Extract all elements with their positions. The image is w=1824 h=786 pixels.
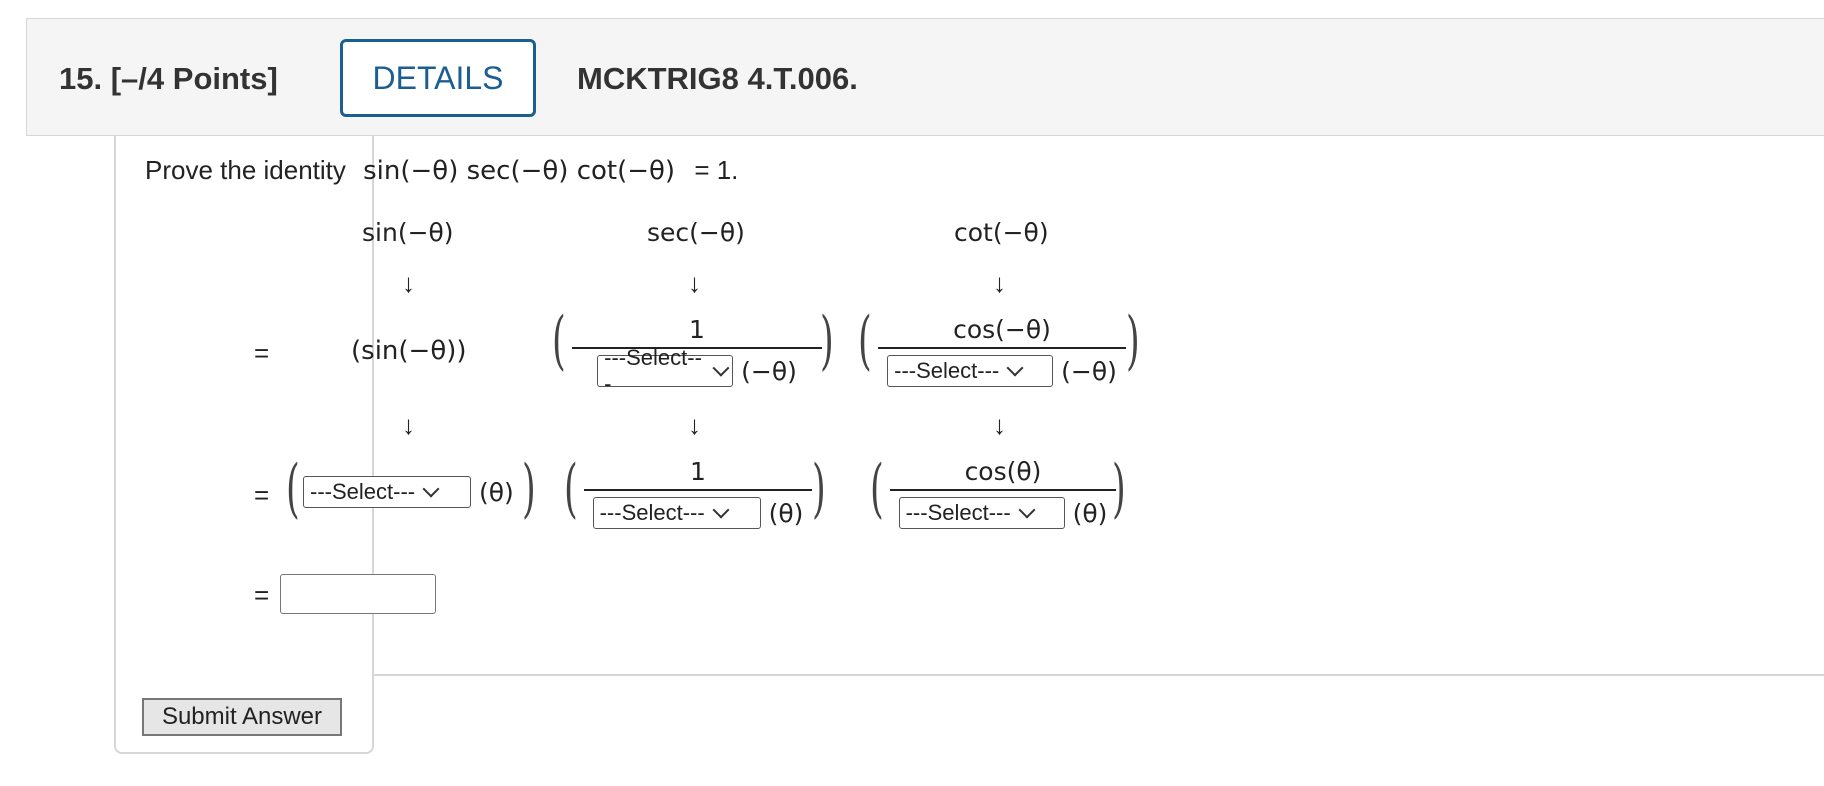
chevron-down-icon: [1006, 359, 1024, 377]
fraction-numerator: 1: [689, 315, 705, 344]
prompt-equals: = 1.: [694, 155, 739, 185]
fraction-denominator: ---Select--- (−θ): [887, 355, 1117, 387]
sec-argument-row1: (−θ): [741, 356, 797, 386]
prompt-text: Prove the identity: [145, 155, 346, 185]
question-number: 15.: [59, 61, 103, 96]
right-paren: ): [1126, 304, 1140, 378]
cot-fraction-row2: cos(θ) ---Select--- (θ): [890, 457, 1116, 529]
panel-divider: [372, 674, 1824, 676]
chevron-down-icon: [422, 480, 440, 498]
fraction-bar: [890, 489, 1116, 491]
question-code: MCKTRIG8 4.T.006.: [577, 61, 858, 96]
sin-theta-group: ---Select--- (θ): [303, 476, 514, 508]
down-arrow-icon: ↓: [688, 268, 701, 298]
question-panel: [114, 136, 374, 754]
select-value: ---Select---: [905, 500, 1011, 525]
down-arrow-icon: ↓: [993, 410, 1006, 440]
fraction-denominator: ---Select--- (θ): [592, 497, 804, 529]
question-header: 15. [–/4 Points] DETAILS MCKTRIG8 4.T.00…: [26, 18, 1824, 136]
cot-denominator-select-row1[interactable]: ---Select---: [887, 355, 1054, 387]
select-value: ---Select---: [310, 479, 416, 504]
down-arrow-icon: ↓: [688, 410, 701, 440]
sec-fraction-row1: 1 ---Select--- (−θ): [572, 315, 822, 396]
question-prompt: Prove the identity sin(−θ) sec(−θ) cot(−…: [145, 155, 738, 186]
fraction-numerator: 1: [690, 457, 706, 486]
fraction-numerator: cos(−θ): [953, 315, 1051, 344]
select-value: ---Select---: [604, 345, 702, 396]
cot-fraction-row1: cos(−θ) ---Select--- (−θ): [878, 315, 1126, 387]
cot-column-head: cot(−θ): [954, 218, 1049, 247]
select-value: ---Select---: [894, 358, 1000, 383]
sin-column-head: sin(−θ): [362, 218, 454, 247]
sec-argument-row2: (θ): [768, 498, 804, 528]
sec-fraction-row2: 1 ---Select--- (θ): [584, 457, 812, 529]
cot-argument-row1: (−θ): [1061, 356, 1117, 386]
right-paren: ): [522, 452, 536, 526]
down-arrow-icon: ↓: [402, 410, 415, 440]
sin-sign-select-row2[interactable]: ---Select---: [303, 476, 471, 508]
fraction-numerator: cos(θ): [964, 457, 1042, 486]
sec-reciprocal-select-row1[interactable]: ---Select---: [597, 345, 734, 396]
down-arrow-icon: ↓: [402, 268, 415, 298]
left-paren: (: [858, 304, 872, 378]
details-button[interactable]: DETAILS: [340, 39, 536, 117]
fraction-bar: [584, 489, 812, 491]
right-paren: ): [820, 304, 834, 378]
sin-argument-row2: (θ): [479, 477, 514, 507]
sin-neg-theta-expression: (sin(−θ)): [351, 336, 467, 366]
fraction-bar: [878, 347, 1126, 349]
equals-sign: =: [254, 480, 270, 510]
equals-sign: =: [254, 338, 270, 368]
cot-denominator-select-row2[interactable]: ---Select---: [898, 497, 1065, 529]
question-number-and-points: 15. [–/4 Points]: [59, 61, 278, 97]
cot-argument-row2: (θ): [1072, 498, 1108, 528]
fraction-denominator: ---Select--- (−θ): [597, 345, 797, 396]
sec-column-head: sec(−θ): [647, 218, 745, 247]
equals-sign: =: [254, 580, 270, 610]
points-label: [–/4 Points]: [110, 61, 278, 96]
down-arrow-icon: ↓: [993, 268, 1006, 298]
right-paren: ): [812, 452, 826, 526]
chevron-down-icon: [712, 359, 729, 377]
left-paren: (: [870, 452, 884, 526]
left-paren: (: [286, 452, 300, 526]
chevron-down-icon: [1018, 501, 1036, 519]
fraction-denominator: ---Select--- (θ): [898, 497, 1108, 529]
final-answer-input[interactable]: [280, 574, 436, 614]
sec-reciprocal-select-row2[interactable]: ---Select---: [592, 497, 761, 529]
chevron-down-icon: [712, 501, 730, 519]
left-paren: (: [552, 304, 566, 378]
right-paren: ): [1112, 452, 1126, 526]
submit-answer-button[interactable]: Submit Answer: [142, 698, 342, 736]
select-value: ---Select---: [599, 500, 705, 525]
left-paren: (: [564, 452, 578, 526]
prompt-identity: sin(−θ) sec(−θ) cot(−θ): [363, 156, 676, 186]
